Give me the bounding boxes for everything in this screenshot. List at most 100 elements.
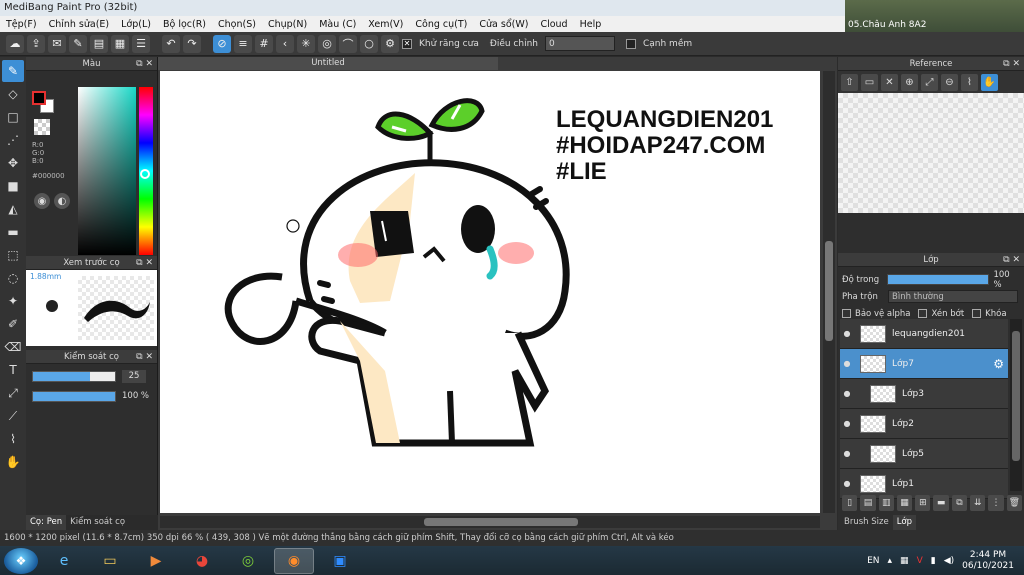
folder-icon[interactable]: ▬ xyxy=(933,495,949,511)
magic-wand-tool-icon[interactable]: ✦ xyxy=(2,290,24,312)
menu-file[interactable]: Tệp(F) xyxy=(0,19,43,30)
visibility-icon[interactable]: ● xyxy=(840,329,854,338)
perspective-snap-icon[interactable]: ‹ xyxy=(276,34,294,53)
menu-select[interactable]: Chọn(S) xyxy=(212,19,262,30)
canvas-tab[interactable]: Untitled xyxy=(158,57,498,70)
select-eraser-tool-icon[interactable]: ⌫ xyxy=(2,336,24,358)
divide-tool-icon[interactable]: ⟋ xyxy=(2,405,24,427)
new-1bit-layer-icon[interactable]: ▦ xyxy=(896,495,913,511)
duplicate-layer-icon[interactable]: ⧉ xyxy=(951,495,968,511)
brush-size-value[interactable]: 25 xyxy=(122,369,146,383)
visibility-icon[interactable]: ● xyxy=(840,419,854,428)
text-tool-icon[interactable]: T xyxy=(2,359,24,381)
layer-settings-gear-icon[interactable]: ⚙ xyxy=(993,357,1004,371)
reference-view[interactable] xyxy=(838,93,1024,213)
grid-snap-icon[interactable]: # xyxy=(255,34,273,53)
clock[interactable]: 2:44 PM 06/10/2021 xyxy=(962,550,1014,572)
visibility-icon[interactable]: ● xyxy=(840,479,854,488)
lasso-tool-icon[interactable]: ◌ xyxy=(2,267,24,289)
rectangle-tool-icon[interactable]: □ xyxy=(2,106,24,128)
layer-row[interactable]: ● Lớp5 xyxy=(840,439,1008,469)
layer-row[interactable]: ● Lớp2 xyxy=(840,409,1008,439)
list-icon[interactable]: ☰ xyxy=(132,34,150,53)
gradient-tool-icon[interactable]: ▬ xyxy=(2,221,24,243)
visibility-icon[interactable]: ● xyxy=(840,389,854,398)
media-player-icon[interactable]: ▶ xyxy=(136,548,176,574)
tab-layer[interactable]: Lớp xyxy=(892,515,917,530)
menu-help[interactable]: Help xyxy=(574,19,608,30)
select-pen-tool-icon[interactable]: ✐ xyxy=(2,313,24,335)
new-layer-icon[interactable]: ▯ xyxy=(842,495,858,511)
fit-icon[interactable]: ⤢ xyxy=(921,73,938,91)
menu-snap[interactable]: Chụp(N) xyxy=(262,19,313,30)
saturation-value-picker[interactable] xyxy=(78,87,136,255)
volume-icon[interactable]: ◀) xyxy=(944,556,954,566)
tray-expand-icon[interactable]: ▴ xyxy=(888,556,893,566)
concentric-snap-icon[interactable]: ◎ xyxy=(318,34,336,53)
chat-icon[interactable]: ✎ xyxy=(69,34,87,53)
cloud-icon[interactable]: ☁ xyxy=(6,34,24,53)
adjust-select[interactable]: 0 xyxy=(544,36,615,51)
layer-list-scrollbar[interactable] xyxy=(1010,319,1022,491)
menu-edit[interactable]: Chỉnh sửa(E) xyxy=(43,19,116,30)
clipping-checkbox[interactable] xyxy=(918,309,928,318)
curve-snap-icon[interactable]: ⌒ xyxy=(339,34,357,53)
internet-explorer-icon[interactable]: e xyxy=(44,548,84,574)
network-icon[interactable]: ▮ xyxy=(931,556,936,566)
settings-gear-icon[interactable]: ⚙ xyxy=(381,34,399,53)
layer-menu-icon[interactable]: ⋮ xyxy=(988,495,1004,511)
tab-brush-pen[interactable]: Cọ: Pen xyxy=(26,515,67,530)
windows-start-icon[interactable]: ❖ xyxy=(4,547,38,574)
panel-close-icon[interactable]: ⧉ ✕ xyxy=(1003,57,1020,71)
layer-row[interactable]: ● Lớp7 ⚙ xyxy=(840,349,1008,379)
hand-icon[interactable]: ✋ xyxy=(981,73,998,91)
tab-brush-size[interactable]: Brush Size xyxy=(840,515,893,530)
brush-size-slider[interactable] xyxy=(32,370,116,382)
menu-cloud[interactable]: Cloud xyxy=(534,19,573,30)
palette-icon[interactable]: ◉ xyxy=(34,193,50,209)
menu-window[interactable]: Cửa sổ(W) xyxy=(473,19,534,30)
eraser-tool-icon[interactable]: ◇ xyxy=(2,83,24,105)
antialias-checkbox[interactable]: ✕ xyxy=(402,38,412,49)
fill-rect-tool-icon[interactable]: ■ xyxy=(2,175,24,197)
hand-tool-icon[interactable]: ✋ xyxy=(2,451,24,473)
panel-icon[interactable]: ▦ xyxy=(111,34,129,53)
menu-filter[interactable]: Bộ lọc(R) xyxy=(157,19,212,30)
panel-close-icon[interactable]: ⧉ ✕ xyxy=(136,57,153,71)
new-8bit-layer-icon[interactable]: ▥ xyxy=(878,495,894,511)
new-halftone-layer-icon[interactable]: ▤ xyxy=(860,495,876,511)
undo-icon[interactable]: ↶ xyxy=(162,34,180,53)
circle-snap-icon[interactable]: ○ xyxy=(360,34,378,53)
foreground-color-swatch[interactable] xyxy=(32,91,46,105)
drawing-canvas[interactable]: LEQUANGDIEN201 #HOIDAP247.COM #LIE xyxy=(160,71,820,513)
visibility-icon[interactable]: ● xyxy=(840,449,854,458)
redo-icon[interactable]: ↷ xyxy=(183,34,201,53)
panel-close-icon[interactable]: ⧉ ✕ xyxy=(136,256,153,270)
menu-color[interactable]: Màu (C) xyxy=(313,19,362,30)
move-tool-icon[interactable]: ✥ xyxy=(2,152,24,174)
close-icon[interactable]: ✕ xyxy=(881,73,898,91)
trash-icon[interactable]: 🗑 xyxy=(1006,495,1022,511)
tab-brush-control[interactable]: Kiểm soát cọ xyxy=(66,515,129,530)
canvas-horizontal-scrollbar[interactable] xyxy=(160,516,820,528)
eyedropper-tool-icon[interactable]: ⌇ xyxy=(2,428,24,450)
operation-tool-icon[interactable]: ⤢ xyxy=(2,382,24,404)
comment-icon[interactable]: ✉ xyxy=(48,34,66,53)
transparent-color-swatch[interactable] xyxy=(34,119,50,135)
merge-down-icon[interactable]: ⇊ xyxy=(970,495,986,511)
zoom-in-icon[interactable]: ⊕ xyxy=(901,73,918,91)
panel-close-icon[interactable]: ⧉ ✕ xyxy=(136,350,153,364)
brush-opacity-slider[interactable] xyxy=(32,390,116,402)
zoom-out-icon[interactable]: ⊖ xyxy=(941,73,958,91)
brush-tool-icon[interactable]: ✎ xyxy=(2,60,24,82)
menu-tools[interactable]: Công cụ(T) xyxy=(409,19,473,30)
document-icon[interactable]: ▤ xyxy=(90,34,108,53)
language-indicator[interactable]: EN xyxy=(867,556,879,566)
radial-snap-icon[interactable]: ✳ xyxy=(297,34,315,53)
blend-mode-select[interactable]: Bình thường xyxy=(888,290,1018,303)
chrome-icon[interactable]: ◕ xyxy=(182,548,222,574)
zoom-icon[interactable]: ▣ xyxy=(320,548,360,574)
canvas-vertical-scrollbar[interactable] xyxy=(823,71,835,513)
bucket-tool-icon[interactable]: ◭ xyxy=(2,198,24,220)
file-explorer-icon[interactable]: ▭ xyxy=(90,548,130,574)
